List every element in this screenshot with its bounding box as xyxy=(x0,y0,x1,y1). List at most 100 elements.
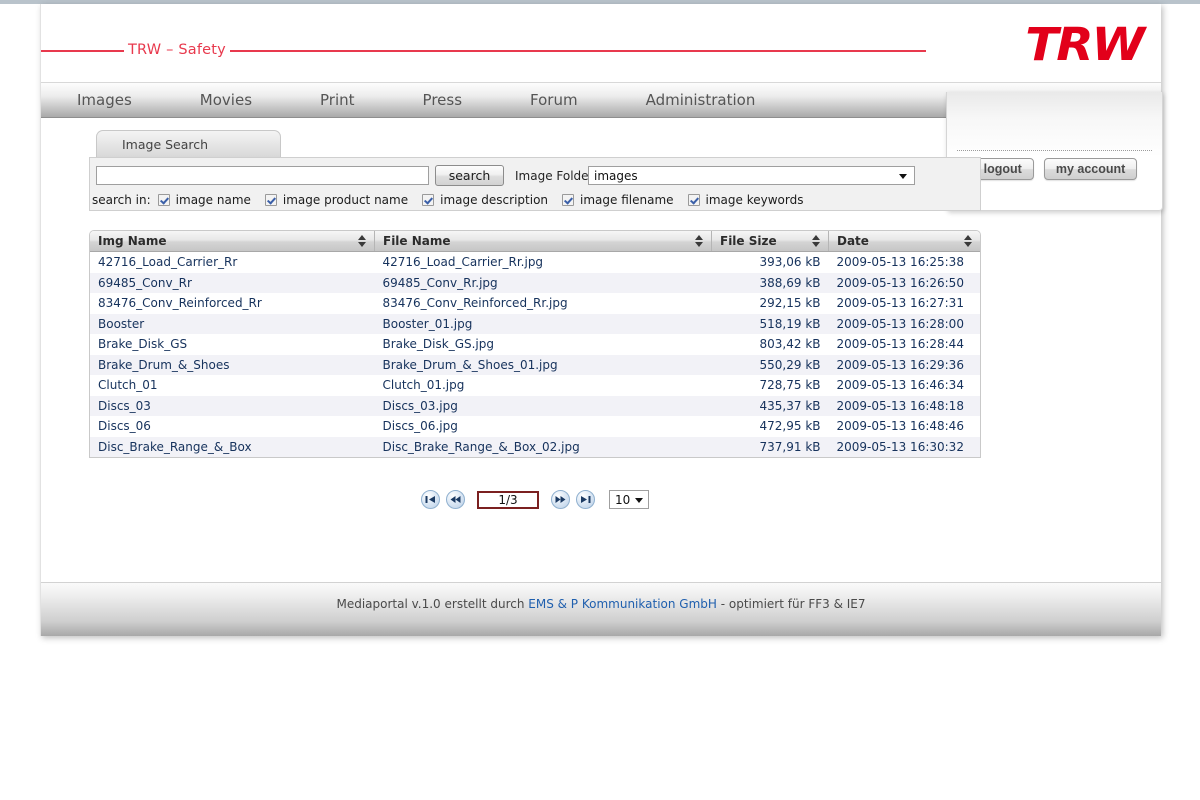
page-number-input[interactable]: 1/3 xyxy=(477,490,539,509)
logout-button[interactable]: logout xyxy=(971,158,1034,180)
footer-company-link[interactable]: EMS & P Kommunikation GmbH xyxy=(528,597,717,611)
cell-img-name: 42716_Load_Carrier_Rr xyxy=(98,255,238,270)
last-page-button[interactable] xyxy=(576,490,595,509)
per-page-select[interactable]: 10 xyxy=(609,490,649,509)
next-page-button[interactable] xyxy=(551,490,570,509)
nav-item-press[interactable]: Press xyxy=(407,83,478,117)
table-row[interactable]: 69485_Conv_Rr 69485_Conv_Rr.jpg 388,69 kB 2… xyxy=(90,272,980,293)
table-row[interactable]: Brake_Disk_GS Brake_Disk_GS.jpg 803,42 kB 2… xyxy=(90,334,980,355)
table-row[interactable]: Brake_Drum_&_Shoes Brake_Drum_&_Shoes_01.… xyxy=(90,354,980,375)
nav-item-images[interactable]: Images xyxy=(61,83,148,117)
cell-date: 2009-05-13 16:29:36 xyxy=(836,357,964,372)
cell-file-name: 69485_Conv_Rr.jpg xyxy=(382,275,498,290)
cell-img-name: Disc_Brake_Range_&_Box xyxy=(98,439,252,454)
cell-date: 2009-05-13 16:27:31 xyxy=(836,296,964,311)
nav-item-forum[interactable]: Forum xyxy=(514,83,594,117)
search-input[interactable] xyxy=(96,166,429,185)
table-row[interactable]: Discs_03 Discs_03.jpg 435,37 kB 2009-05-13 … xyxy=(90,395,980,416)
checkbox-image-name[interactable]: image name xyxy=(157,193,251,207)
cell-img-name: Clutch_01 xyxy=(98,378,158,393)
image-folder-value: images xyxy=(594,169,638,183)
account-divider xyxy=(957,150,1152,151)
nav-item-movies[interactable]: Movies xyxy=(184,83,268,117)
column-header-file-size-label: File Size xyxy=(720,234,777,248)
column-header-file-size[interactable]: File Size xyxy=(711,231,829,252)
app-container: TRW – Safety TRW Images Movies Print Pre… xyxy=(40,4,1163,636)
sort-arrows-icon[interactable] xyxy=(964,235,973,247)
checkbox-icon[interactable] xyxy=(264,194,277,206)
search-panel: search Image Folder images search in: im… xyxy=(89,157,981,211)
results-table-body: 42716_Load_Carrier_Rr 42716_Load_Carrier_… xyxy=(90,251,980,457)
table-row[interactable]: 42716_Load_Carrier_Rr 42716_Load_Carrier_… xyxy=(90,251,980,273)
cell-file-name: Discs_06.jpg xyxy=(382,419,458,434)
checkbox-icon[interactable] xyxy=(687,194,700,206)
results-table: Img Name File Name File Size Date 42716_… xyxy=(90,231,980,457)
footer-text-after: - optimiert für FF3 & IE7 xyxy=(716,597,866,611)
cell-file-size: 737,91 kB xyxy=(759,439,821,454)
brand-tagline: TRW – Safety xyxy=(124,42,230,58)
previous-page-button[interactable] xyxy=(446,490,465,509)
chevron-down-icon xyxy=(635,498,643,503)
table-row[interactable]: Clutch_01 Clutch_01.jpg 728,75 kB 2009-05-1… xyxy=(90,375,980,396)
previous-page-icon xyxy=(450,496,461,503)
image-folder-select[interactable]: images xyxy=(588,166,915,185)
sort-arrows-icon[interactable] xyxy=(695,235,704,247)
search-in-label: search in: xyxy=(92,193,151,207)
column-header-file-name[interactable]: File Name xyxy=(374,231,712,252)
tab-image-search[interactable]: Image Search xyxy=(96,130,281,157)
checkbox-image-name-label: image name xyxy=(175,193,251,207)
checkbox-image-keywords[interactable]: image keywords xyxy=(687,193,804,207)
results-table-head: Img Name File Name File Size Date xyxy=(90,231,980,252)
footer-text: Mediaportal v.1.0 erstellt durch EMS & P… xyxy=(336,597,865,611)
checkbox-icon[interactable] xyxy=(157,194,170,206)
cell-file-size: 435,37 kB xyxy=(759,398,821,413)
first-page-icon xyxy=(425,496,435,503)
cell-img-name: Discs_03 xyxy=(98,398,151,413)
page-root: TRW – Safety TRW Images Movies Print Pre… xyxy=(0,0,1200,800)
footer-text-before: Mediaportal v.1.0 erstellt durch xyxy=(336,597,529,611)
checkbox-image-keywords-label: image keywords xyxy=(705,193,804,207)
cell-img-name: Booster xyxy=(98,316,145,331)
cell-img-name: 69485_Conv_Rr xyxy=(98,275,192,290)
cell-date: 2009-05-13 16:48:18 xyxy=(836,398,964,413)
cell-file-name: 42716_Load_Carrier_Rr.jpg xyxy=(382,255,544,270)
first-page-button[interactable] xyxy=(421,490,440,509)
nav-item-administration[interactable]: Administration xyxy=(630,83,772,117)
cell-date: 2009-05-13 16:48:46 xyxy=(836,419,964,434)
search-in-row: search in: image name image product name… xyxy=(92,191,817,209)
pagination-controls: 1/3 10 xyxy=(89,490,981,509)
checkbox-image-product-name[interactable]: image product name xyxy=(264,193,408,207)
sort-arrows-icon[interactable] xyxy=(812,235,821,247)
cell-file-name: Discs_03.jpg xyxy=(382,398,458,413)
search-button[interactable]: search xyxy=(435,165,504,186)
cell-img-name: 83476_Conv_Reinforced_Rr xyxy=(98,296,262,311)
trw-logo: TRW xyxy=(1025,18,1145,71)
nav-items: Images Movies Print Press Forum Administ… xyxy=(41,83,807,117)
cell-date: 2009-05-13 16:25:38 xyxy=(836,255,964,270)
table-row[interactable]: Disc_Brake_Range_&_Box Disc_Brake_Range_&… xyxy=(90,436,980,457)
column-header-date[interactable]: Date xyxy=(828,231,980,252)
cell-img-name: Discs_06 xyxy=(98,419,151,434)
checkbox-image-description[interactable]: image description xyxy=(422,193,548,207)
cell-date: 2009-05-13 16:28:00 xyxy=(836,316,964,331)
table-row[interactable]: Discs_06 Discs_06.jpg 472,95 kB 2009-05-13 … xyxy=(90,416,980,437)
checkbox-image-filename[interactable]: image filename xyxy=(562,193,674,207)
cell-date: 2009-05-13 16:46:34 xyxy=(836,378,964,393)
per-page-value: 10 xyxy=(615,493,631,507)
column-header-img-name[interactable]: Img Name xyxy=(90,231,375,252)
table-row[interactable]: 83476_Conv_Reinforced_Rr 83476_Conv_Reinf… xyxy=(90,293,980,314)
site-header: TRW – Safety TRW xyxy=(41,4,1161,78)
cell-file-size: 803,42 kB xyxy=(759,337,821,352)
page-number-value: 1/3 xyxy=(498,492,518,507)
table-row[interactable]: Booster Booster_01.jpg 518,19 kB 2009-05-13… xyxy=(90,313,980,334)
cell-file-name: 83476_Conv_Reinforced_Rr.jpg xyxy=(382,296,568,311)
checkbox-icon[interactable] xyxy=(422,194,435,206)
cell-file-name: Clutch_01.jpg xyxy=(382,378,465,393)
image-folder-label: Image Folder xyxy=(515,169,594,183)
nav-item-print[interactable]: Print xyxy=(304,83,371,117)
next-page-icon xyxy=(555,496,566,503)
checkbox-icon[interactable] xyxy=(562,194,575,206)
my-account-button[interactable]: my account xyxy=(1043,158,1138,180)
sort-arrows-icon[interactable] xyxy=(358,235,367,247)
cell-file-name: Booster_01.jpg xyxy=(382,316,473,331)
